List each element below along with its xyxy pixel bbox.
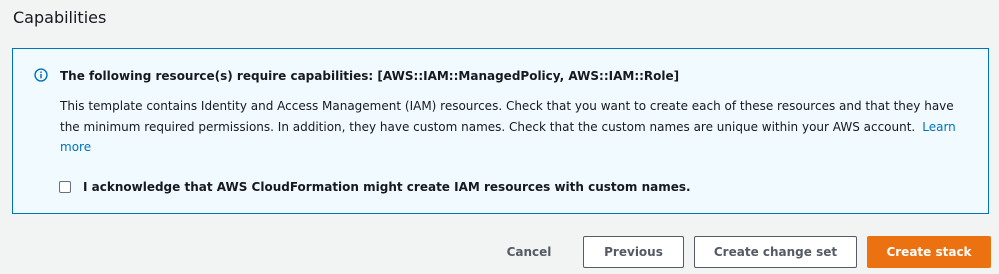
section-title: Capabilities [13,8,107,27]
capabilities-alert: The following resource(s) require capabi… [12,48,989,214]
alert-header: The following resource(s) require capabi… [60,69,680,83]
previous-button[interactable]: Previous [583,236,684,268]
create-change-set-button[interactable]: Create change set [694,236,857,268]
cancel-button[interactable]: Cancel [494,236,564,268]
acknowledge-row[interactable]: I acknowledge that AWS CloudFormation mi… [59,178,691,196]
alert-body: This template contains Identity and Acce… [60,96,975,158]
create-stack-button[interactable]: Create stack [867,236,991,268]
acknowledge-label[interactable]: I acknowledge that AWS CloudFormation mi… [83,180,691,194]
acknowledge-checkbox[interactable] [59,181,71,193]
info-icon [34,68,48,82]
alert-body-text: This template contains Identity and Acce… [60,99,954,134]
